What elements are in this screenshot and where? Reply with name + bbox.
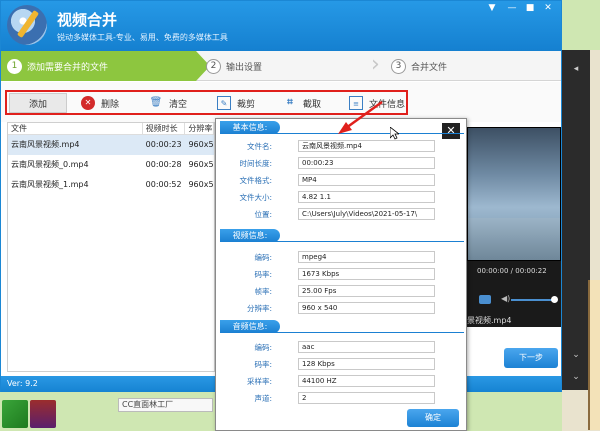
step-number: 2 — [206, 58, 221, 74]
step-bar: 1 添加需要合并的文件 2 输出设置 › 3 合并文件 — [1, 51, 561, 81]
background-chevron-icon: ⌄ — [572, 350, 580, 360]
snapshot-camera-icon[interactable] — [479, 295, 491, 304]
winrar-icon[interactable] — [30, 400, 56, 428]
preview-filename: 景视频.mp4 — [467, 316, 512, 325]
label-location: 位置: — [254, 210, 272, 219]
step-output-settings[interactable]: 2 输出设置 — [206, 51, 262, 81]
volume-icon[interactable]: ◀) — [501, 294, 510, 303]
section-divider — [220, 241, 464, 242]
file-list[interactable]: 文件 视频时长 分辨率 云南风景视频.mp4 00:00:23 960x5 云南… — [7, 122, 215, 372]
value-resolution[interactable]: 960 x 540 — [298, 302, 435, 314]
background-arrow-icon: ◂ — [573, 64, 579, 74]
menu-dropdown-icon[interactable]: ▼ — [481, 1, 503, 17]
row-resolution: 960x5 — [188, 140, 214, 149]
label-filesize: 文件大小: — [239, 193, 272, 202]
step-merge-files[interactable]: 3 合并文件 — [391, 51, 447, 81]
row-duration: 00:00:52 — [145, 180, 182, 189]
label-audio-codec: 编码: — [254, 343, 272, 352]
row-filename: 云南风景视频_1.mp4 — [11, 180, 89, 189]
label-audio-bitrate: 码率: — [254, 360, 272, 369]
mouse-cursor-icon — [390, 127, 399, 140]
taskbar-app-icon[interactable] — [2, 400, 28, 428]
label-samplerate: 采样率: — [246, 377, 272, 386]
step-label: 输出设置 — [226, 62, 263, 73]
value-audio-codec[interactable]: aac — [298, 341, 435, 353]
section-divider — [220, 332, 464, 333]
label-video-bitrate: 码率: — [254, 270, 272, 279]
column-header-file[interactable]: 文件 — [8, 123, 143, 134]
row-duration: 00:00:23 — [145, 140, 182, 149]
title-bar: 视频合并 锐动多媒体工具-专业、易用、免费的多媒体工具 ▼ — ■ ✕ — [1, 1, 561, 51]
row-filename: 云南风景视频.mp4 — [11, 140, 80, 149]
label-framerate: 帧率: — [254, 287, 272, 296]
value-format[interactable]: MP4 — [298, 174, 435, 186]
dialog-close-button[interactable]: ✕ — [442, 123, 460, 139]
step-label: 添加需要合并的文件 — [27, 62, 109, 73]
next-button[interactable]: 下一步 — [504, 348, 558, 368]
table-row[interactable]: 云南风景视频_0.mp4 00:00:28 960x5 — [8, 155, 214, 175]
value-filesize[interactable]: 4.82 1.1 — [298, 191, 435, 203]
close-button[interactable]: ✕ — [537, 1, 559, 17]
step-number: 1 — [7, 58, 22, 74]
value-video-codec[interactable]: mpeg4 — [298, 251, 435, 263]
row-resolution: 960x5 — [188, 180, 214, 189]
playback-time: 00:00:00 / 00:00:22 — [477, 267, 547, 275]
row-duration: 00:00:28 — [145, 160, 182, 169]
value-video-bitrate[interactable]: 1673 Kbps — [298, 268, 435, 280]
value-filename[interactable]: 云南风景视频.mp4 — [298, 140, 435, 152]
volume-slider-handle[interactable] — [551, 296, 558, 303]
app-title: 视频合并 — [57, 11, 118, 29]
step-label: 合并文件 — [411, 62, 448, 73]
toolbar: 添加 ✕ 删除 🗑 清空 ✎ 裁剪 ⌗ 截取 ≡ 文件信息 — [1, 82, 561, 122]
value-location[interactable]: C:\Users\July\Videos\2021-05-17\ — [298, 208, 435, 220]
step-add-files[interactable]: 1 添加需要合并的文件 — [1, 51, 196, 81]
background-chevron-icon: ⌄ — [572, 372, 580, 382]
label-format: 文件格式: — [239, 176, 272, 185]
video-frame[interactable] — [467, 127, 561, 261]
label-filename: 文件名: — [246, 142, 272, 151]
value-duration[interactable]: 00:00:23 — [298, 157, 435, 169]
taskbar-item[interactable]: CC直面林工厂 — [118, 398, 213, 412]
step-number: 3 — [391, 58, 406, 74]
label-channels: 声道: — [254, 394, 272, 403]
step-separator-icon: › — [371, 52, 380, 77]
label-resolution: 分辨率: — [246, 304, 272, 313]
table-row[interactable]: 云南风景视频.mp4 00:00:23 960x5 — [8, 135, 214, 155]
desktop-wallpaper-character — [588, 280, 600, 430]
value-audio-bitrate[interactable]: 128 Kbps — [298, 358, 435, 370]
annotation-arrow-icon — [338, 100, 383, 134]
value-samplerate[interactable]: 44100 HZ — [298, 375, 435, 387]
app-subtitle: 锐动多媒体工具-专业、易用、免费的多媒体工具 — [57, 33, 228, 42]
row-resolution: 960x5 — [188, 160, 214, 169]
table-row[interactable]: 云南风景视频_1.mp4 00:00:52 960x5 — [8, 175, 214, 195]
column-header-duration[interactable]: 视频时长 — [143, 123, 186, 134]
video-preview-panel: 00:00:00 / 00:00:22 ◀) 景视频.mp4 — [467, 127, 561, 327]
label-video-codec: 编码: — [254, 253, 272, 262]
ok-button[interactable]: 确定 — [407, 409, 459, 427]
playback-controls: ◀) — [475, 294, 559, 305]
row-filename: 云南风景视频_0.mp4 — [11, 160, 89, 169]
label-duration: 时间长度: — [239, 159, 272, 168]
value-framerate[interactable]: 25.00 Fps — [298, 285, 435, 297]
background-window-strip: ◂ ⌄ ⌄ — [562, 50, 590, 390]
value-channels[interactable]: 2 — [298, 392, 435, 404]
file-list-header: 文件 视频时长 分辨率 — [8, 123, 214, 135]
column-header-resolution[interactable]: 分辨率 — [185, 123, 214, 134]
